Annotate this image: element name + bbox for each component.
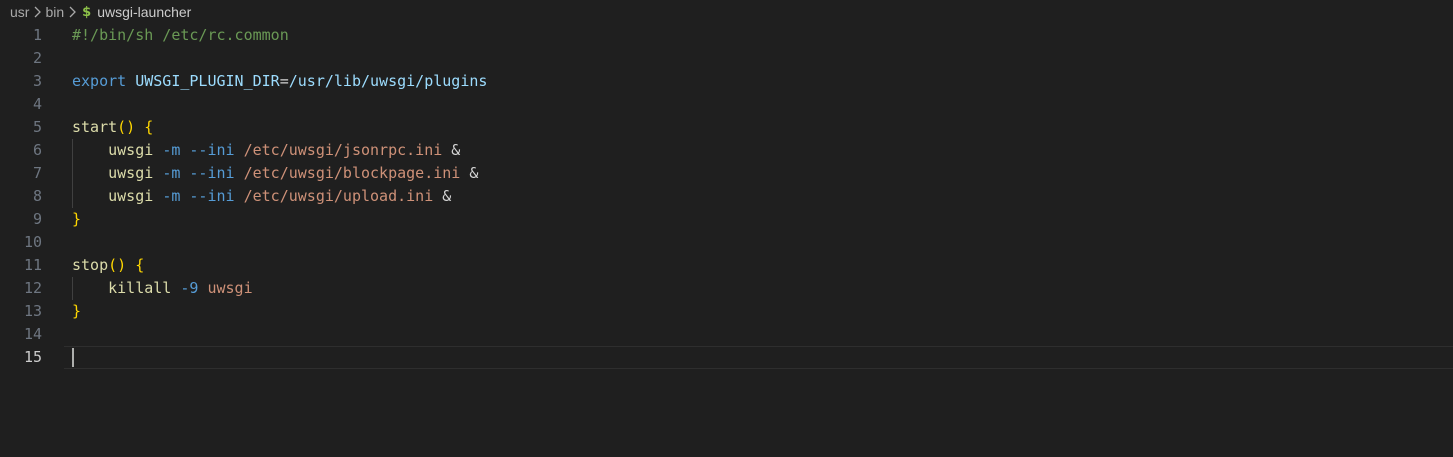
- code-token: }: [72, 302, 82, 320]
- line-number: 3: [32, 72, 42, 90]
- line-number: 13: [23, 302, 42, 320]
- code-line[interactable]: 2: [0, 47, 1453, 70]
- code-line[interactable]: 12 killall -9 uwsgi: [0, 277, 1453, 300]
- code-token: UWSGI_PLUGIN_DIR: [135, 72, 280, 90]
- code-token: &: [460, 164, 479, 182]
- code-token: (): [117, 118, 136, 136]
- code-text: }: [72, 208, 81, 231]
- code-text: export UWSGI_PLUGIN_DIR=/usr/lib/uwsgi/p…: [72, 70, 487, 93]
- code-token: #!/bin/sh /etc/rc.common: [72, 26, 289, 44]
- code-line[interactable]: 7 uwsgi -m --ini /etc/uwsgi/blockpage.in…: [0, 162, 1453, 185]
- code-line[interactable]: 4: [0, 93, 1453, 116]
- code-line[interactable]: 13}: [0, 300, 1453, 323]
- line-number: 9: [32, 210, 42, 228]
- shell-script-icon: $: [82, 4, 92, 20]
- breadcrumb-item-bin[interactable]: bin: [45, 4, 64, 20]
- chevron-right-icon: [64, 6, 80, 18]
- code-text: start() {: [72, 116, 153, 139]
- code-editor[interactable]: 1 #!/bin/sh /etc/rc.common 2 3 export UWSGI_…: [0, 24, 1453, 457]
- code-token: killall: [72, 279, 172, 297]
- code-token: -m: [162, 164, 181, 182]
- code-text: uwsgi -m --ini /etc/uwsgi/blockpage.ini …: [72, 162, 478, 185]
- code-line[interactable]: 6 uwsgi -m --ini /etc/uwsgi/jsonrpc.ini …: [0, 139, 1453, 162]
- code-text: stop() {: [72, 254, 144, 277]
- code-token: /etc/uwsgi/upload.ini: [243, 187, 434, 205]
- code-token: uwsgi: [72, 141, 154, 159]
- code-line[interactable]: 9}: [0, 208, 1453, 231]
- code-line[interactable]: 10: [0, 231, 1453, 254]
- code-line[interactable]: 5 start() {: [0, 116, 1453, 139]
- code-line[interactable]: 1 #!/bin/sh /etc/rc.common: [0, 24, 1453, 47]
- code-line[interactable]: 8 uwsgi -m --ini /etc/uwsgi/upload.ini &: [0, 185, 1453, 208]
- code-token: uwsgi: [207, 279, 253, 297]
- line-number: 8: [32, 187, 42, 205]
- code-token: {: [135, 256, 145, 274]
- line-number: 5: [32, 118, 42, 136]
- code-line[interactable]: 15: [0, 346, 1453, 369]
- current-line-highlight: [64, 346, 1453, 369]
- code-text: #!/bin/sh /etc/rc.common: [72, 24, 289, 47]
- code-token: stop: [72, 256, 109, 274]
- line-number: 1: [32, 26, 42, 44]
- code-token: export: [72, 72, 127, 90]
- chevron-right-icon: [29, 6, 45, 18]
- line-number: 15: [23, 348, 42, 366]
- line-number: 12: [23, 279, 42, 297]
- line-number: 7: [32, 164, 42, 182]
- code-token: &: [442, 141, 461, 159]
- line-number: 14: [23, 325, 42, 343]
- breadcrumb-item-file[interactable]: uwsgi-launcher: [97, 4, 191, 20]
- code-token: -9: [180, 279, 199, 297]
- code-line[interactable]: 14: [0, 323, 1453, 346]
- line-number: 4: [32, 95, 42, 113]
- code-token: =: [279, 72, 289, 90]
- code-token: start: [72, 118, 118, 136]
- text-cursor: [72, 348, 74, 367]
- code-token: uwsgi: [72, 164, 154, 182]
- code-token: {: [144, 118, 154, 136]
- code-token: /usr/lib/uwsgi/plugins: [288, 72, 488, 90]
- code-token: --ini: [189, 187, 235, 205]
- code-token: /etc/uwsgi/jsonrpc.ini: [243, 141, 443, 159]
- line-number: 2: [32, 49, 42, 67]
- code-line[interactable]: 11 stop() {: [0, 254, 1453, 277]
- code-token: /etc/uwsgi/blockpage.ini: [243, 164, 461, 182]
- code-text: }: [72, 300, 81, 323]
- code-token: &: [433, 187, 452, 205]
- code-token: --ini: [189, 141, 235, 159]
- line-number: 10: [23, 233, 42, 251]
- code-text: uwsgi -m --ini /etc/uwsgi/upload.ini &: [72, 185, 451, 208]
- breadcrumb-item-usr[interactable]: usr: [10, 4, 29, 20]
- code-token: }: [72, 210, 82, 228]
- code-token: --ini: [189, 164, 235, 182]
- line-number: 6: [32, 141, 42, 159]
- code-text: uwsgi -m --ini /etc/uwsgi/jsonrpc.ini &: [72, 139, 460, 162]
- code-token: (): [108, 256, 127, 274]
- breadcrumb: usr bin $ uwsgi-launcher: [0, 0, 1453, 24]
- code-text: killall -9 uwsgi: [72, 277, 253, 300]
- code-token: -m: [162, 187, 181, 205]
- code-token: uwsgi: [72, 187, 154, 205]
- line-number: 11: [23, 256, 42, 274]
- code-line[interactable]: 3 export UWSGI_PLUGIN_DIR=/usr/lib/uwsgi/…: [0, 70, 1453, 93]
- code-token: -m: [162, 141, 181, 159]
